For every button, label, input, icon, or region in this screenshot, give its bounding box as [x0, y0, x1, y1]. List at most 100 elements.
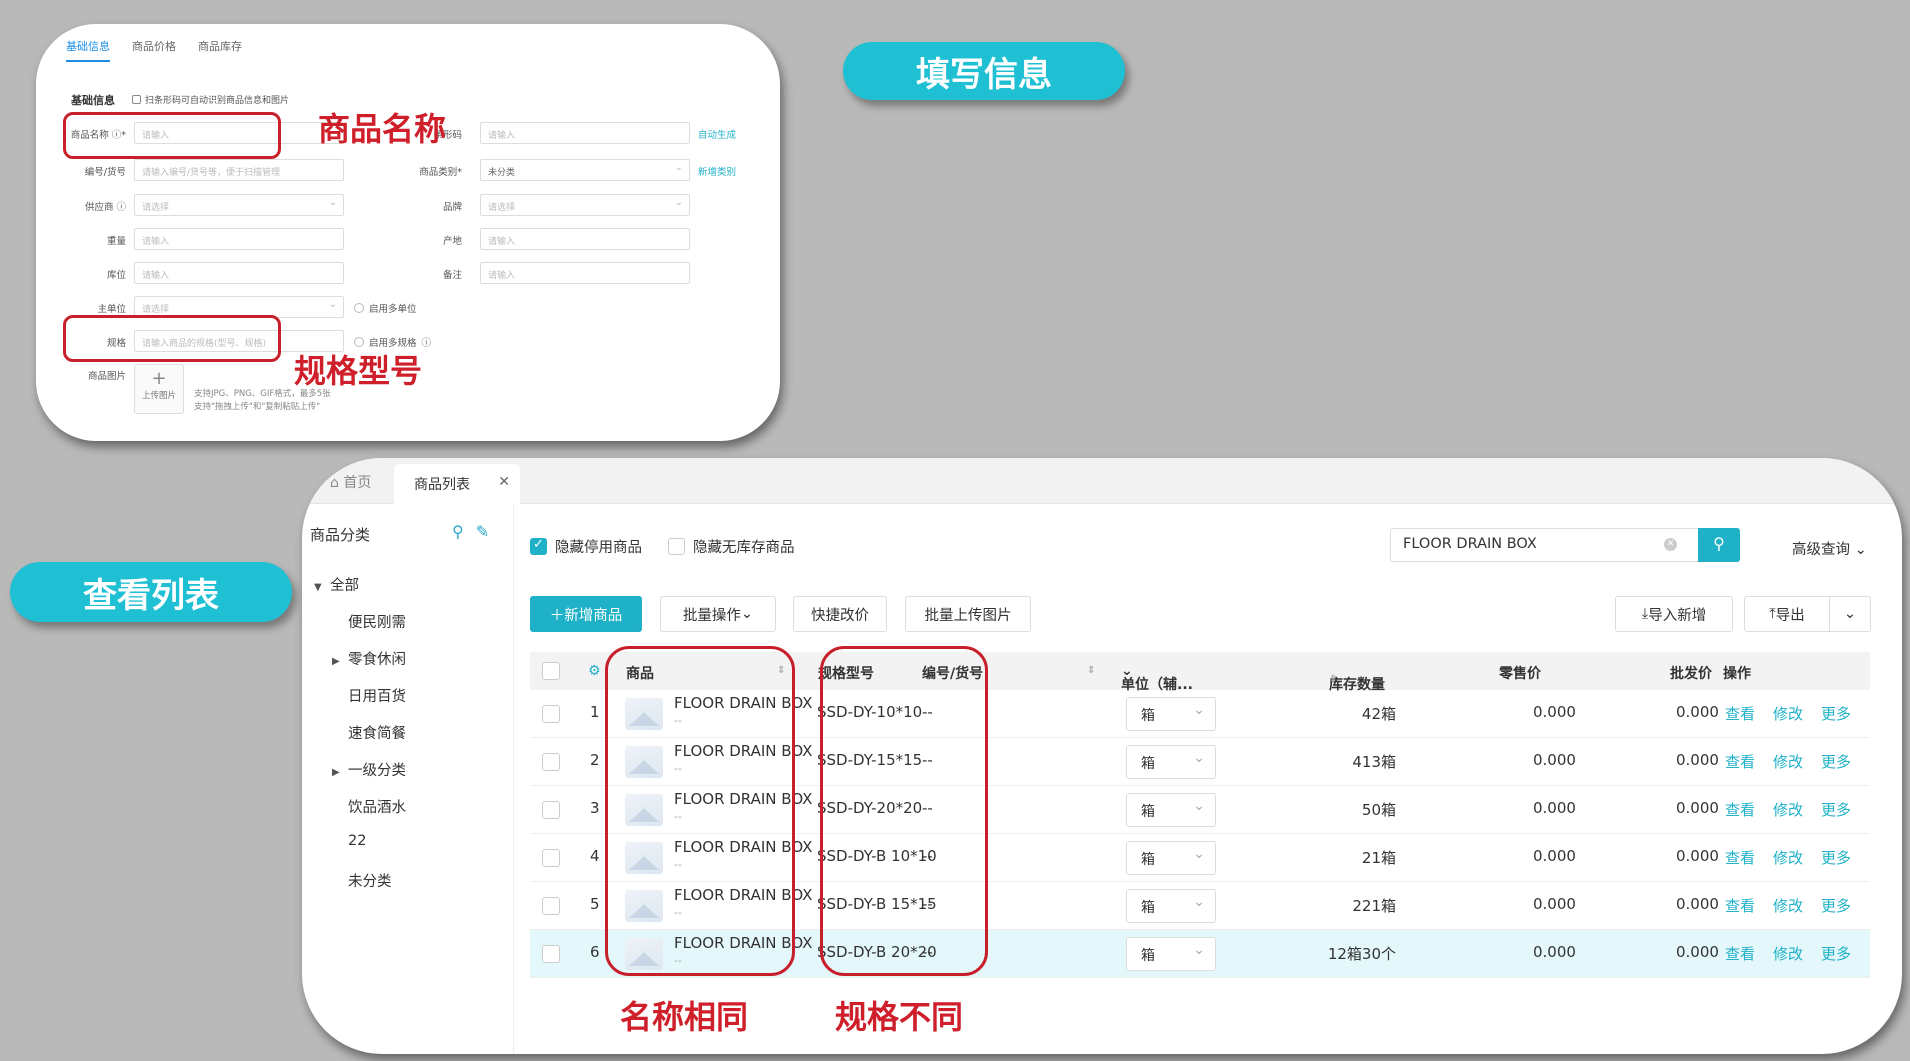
sidebar-item-all[interactable]: ▼ 全部: [314, 574, 359, 595]
form-tabs: 基础信息 商品价格 商品库存: [66, 38, 242, 62]
add-product-button[interactable]: ＋ 新增商品: [530, 596, 642, 632]
row-index: 5: [590, 895, 600, 913]
tab-price[interactable]: 商品价格: [132, 38, 176, 62]
location-input[interactable]: 请输入: [134, 262, 344, 284]
hide-disabled-checkbox[interactable]: [530, 537, 547, 555]
diff-spec-callout: 规格不同: [835, 998, 964, 1036]
edit-link[interactable]: 修改: [1773, 943, 1803, 964]
more-link[interactable]: 更多: [1821, 751, 1851, 772]
row-checkbox[interactable]: [542, 945, 560, 963]
row-index: 1: [590, 703, 600, 721]
barcode-input[interactable]: 请输入: [480, 122, 690, 144]
row-checkbox[interactable]: [542, 801, 560, 819]
search-button[interactable]: ⚲: [1698, 528, 1740, 562]
unit-select[interactable]: 箱: [1126, 793, 1216, 827]
row-checkbox[interactable]: [542, 897, 560, 915]
search-icon[interactable]: ⚲: [452, 522, 464, 541]
sidebar-item[interactable]: 速食简餐: [348, 722, 406, 743]
location-label: 库位: [106, 270, 126, 281]
wholesale-value: 0.000: [1676, 703, 1719, 721]
quick-price-button[interactable]: 快捷改价: [793, 596, 887, 632]
hide-no-stock-checkbox[interactable]: [668, 538, 685, 555]
edit-link[interactable]: 修改: [1773, 751, 1803, 772]
scan-checkbox[interactable]: [132, 95, 141, 104]
import-add-button[interactable]: ⤓ 导入新增: [1615, 596, 1733, 632]
sidebar-item[interactable]: 22: [348, 833, 366, 849]
row-index: 2: [590, 751, 600, 769]
unit-select[interactable]: 箱: [1126, 697, 1216, 731]
export-button[interactable]: ⤒ 导出: [1744, 596, 1830, 632]
stock-value: 42箱: [1361, 705, 1396, 723]
remark-input[interactable]: 请输入: [480, 262, 690, 284]
view-link[interactable]: 查看: [1725, 799, 1755, 820]
row-checkbox[interactable]: [542, 705, 560, 723]
unit-select[interactable]: 箱: [1126, 841, 1216, 875]
row-index: 6: [590, 943, 600, 961]
code-input[interactable]: 请输入编号/货号等，便于扫描管理: [134, 159, 344, 181]
retail-value: 0.000: [1533, 943, 1576, 961]
image-label: 商品图片: [87, 371, 126, 382]
clear-icon[interactable]: ✕: [1664, 538, 1677, 551]
sidebar-item[interactable]: 饮品酒水: [348, 796, 406, 817]
more-link[interactable]: 更多: [1821, 799, 1851, 820]
view-link[interactable]: 查看: [1725, 751, 1755, 772]
supplier-select[interactable]: 请选择: [134, 194, 344, 216]
tab-product-list[interactable]: 商品列表 ✕: [394, 464, 520, 504]
more-link[interactable]: 更多: [1821, 895, 1851, 916]
auto-generate-link[interactable]: 自动生成: [698, 127, 736, 141]
col-retail: 零售价: [1499, 666, 1541, 682]
origin-input[interactable]: 请输入: [480, 228, 690, 250]
more-link[interactable]: 更多: [1821, 847, 1851, 868]
tab-home[interactable]: ⌂ 首页: [330, 472, 371, 492]
edit-link[interactable]: 修改: [1773, 847, 1803, 868]
col-wholesale: 批发价: [1670, 666, 1712, 682]
view-link[interactable]: 查看: [1725, 943, 1755, 964]
sidebar-item[interactable]: ▶ 一级分类: [332, 759, 406, 780]
row-index: 4: [590, 847, 600, 865]
batch-operation-button[interactable]: 批量操作 ⌄: [660, 596, 776, 632]
view-link[interactable]: 查看: [1725, 895, 1755, 916]
sidebar-item[interactable]: ▶ 零食休闲: [332, 648, 406, 669]
unit-select[interactable]: 箱: [1126, 889, 1216, 923]
close-icon[interactable]: ✕: [498, 474, 510, 490]
more-link[interactable]: 更多: [1821, 703, 1851, 724]
sort-icon[interactable]: ⇕: [1087, 665, 1095, 676]
edit-link[interactable]: 修改: [1773, 895, 1803, 916]
view-link[interactable]: 查看: [1725, 847, 1755, 868]
brand-select[interactable]: 请选择: [480, 194, 690, 216]
home-icon: ⌂: [330, 475, 339, 491]
stock-value: 12箱30个: [1327, 945, 1396, 963]
batch-upload-image-button[interactable]: 批量上传图片: [905, 596, 1031, 632]
brand-label: 品牌: [442, 202, 462, 213]
view-link[interactable]: 查看: [1725, 703, 1755, 724]
multi-unit-check[interactable]: 启用多单位: [354, 301, 417, 315]
upload-image-button[interactable]: + 上传图片: [134, 364, 184, 414]
gear-icon[interactable]: ⚙: [588, 663, 601, 679]
sidebar-item[interactable]: 未分类: [348, 870, 392, 891]
unit-select[interactable]: 箱: [1126, 745, 1216, 779]
category-select[interactable]: 未分类: [480, 159, 690, 181]
select-all-checkbox[interactable]: [542, 662, 560, 680]
advanced-search-button[interactable]: 高级查询 ⌄: [1792, 538, 1867, 559]
tab-stock[interactable]: 商品库存: [198, 38, 242, 62]
row-checkbox[interactable]: [542, 849, 560, 867]
unit-label: 主单位: [97, 304, 126, 315]
search-input[interactable]: FLOOR DRAIN BOX ✕ ⚲: [1390, 528, 1740, 562]
edit-link[interactable]: 修改: [1773, 799, 1803, 820]
sidebar-item[interactable]: 便民刚需: [348, 611, 406, 632]
new-category-link[interactable]: 新增类别: [698, 164, 736, 178]
weight-input[interactable]: 请输入: [134, 228, 344, 250]
more-link[interactable]: 更多: [1821, 943, 1851, 964]
export-dropdown-button[interactable]: ⌄: [1829, 596, 1871, 632]
spec-callout: 规格型号: [294, 352, 423, 390]
row-index: 3: [590, 799, 600, 817]
sidebar-item[interactable]: 日用百货: [348, 685, 406, 706]
unit-select[interactable]: 箱: [1126, 937, 1216, 971]
edit-icon[interactable]: ✎: [476, 522, 489, 541]
row-checkbox[interactable]: [542, 753, 560, 771]
wholesale-value: 0.000: [1676, 751, 1719, 769]
tab-basic-info[interactable]: 基础信息: [66, 38, 110, 62]
scan-hint[interactable]: 扫条形码可自动识别商品信息和图片: [132, 93, 289, 106]
edit-link[interactable]: 修改: [1773, 703, 1803, 724]
origin-label: 产地: [442, 236, 462, 247]
